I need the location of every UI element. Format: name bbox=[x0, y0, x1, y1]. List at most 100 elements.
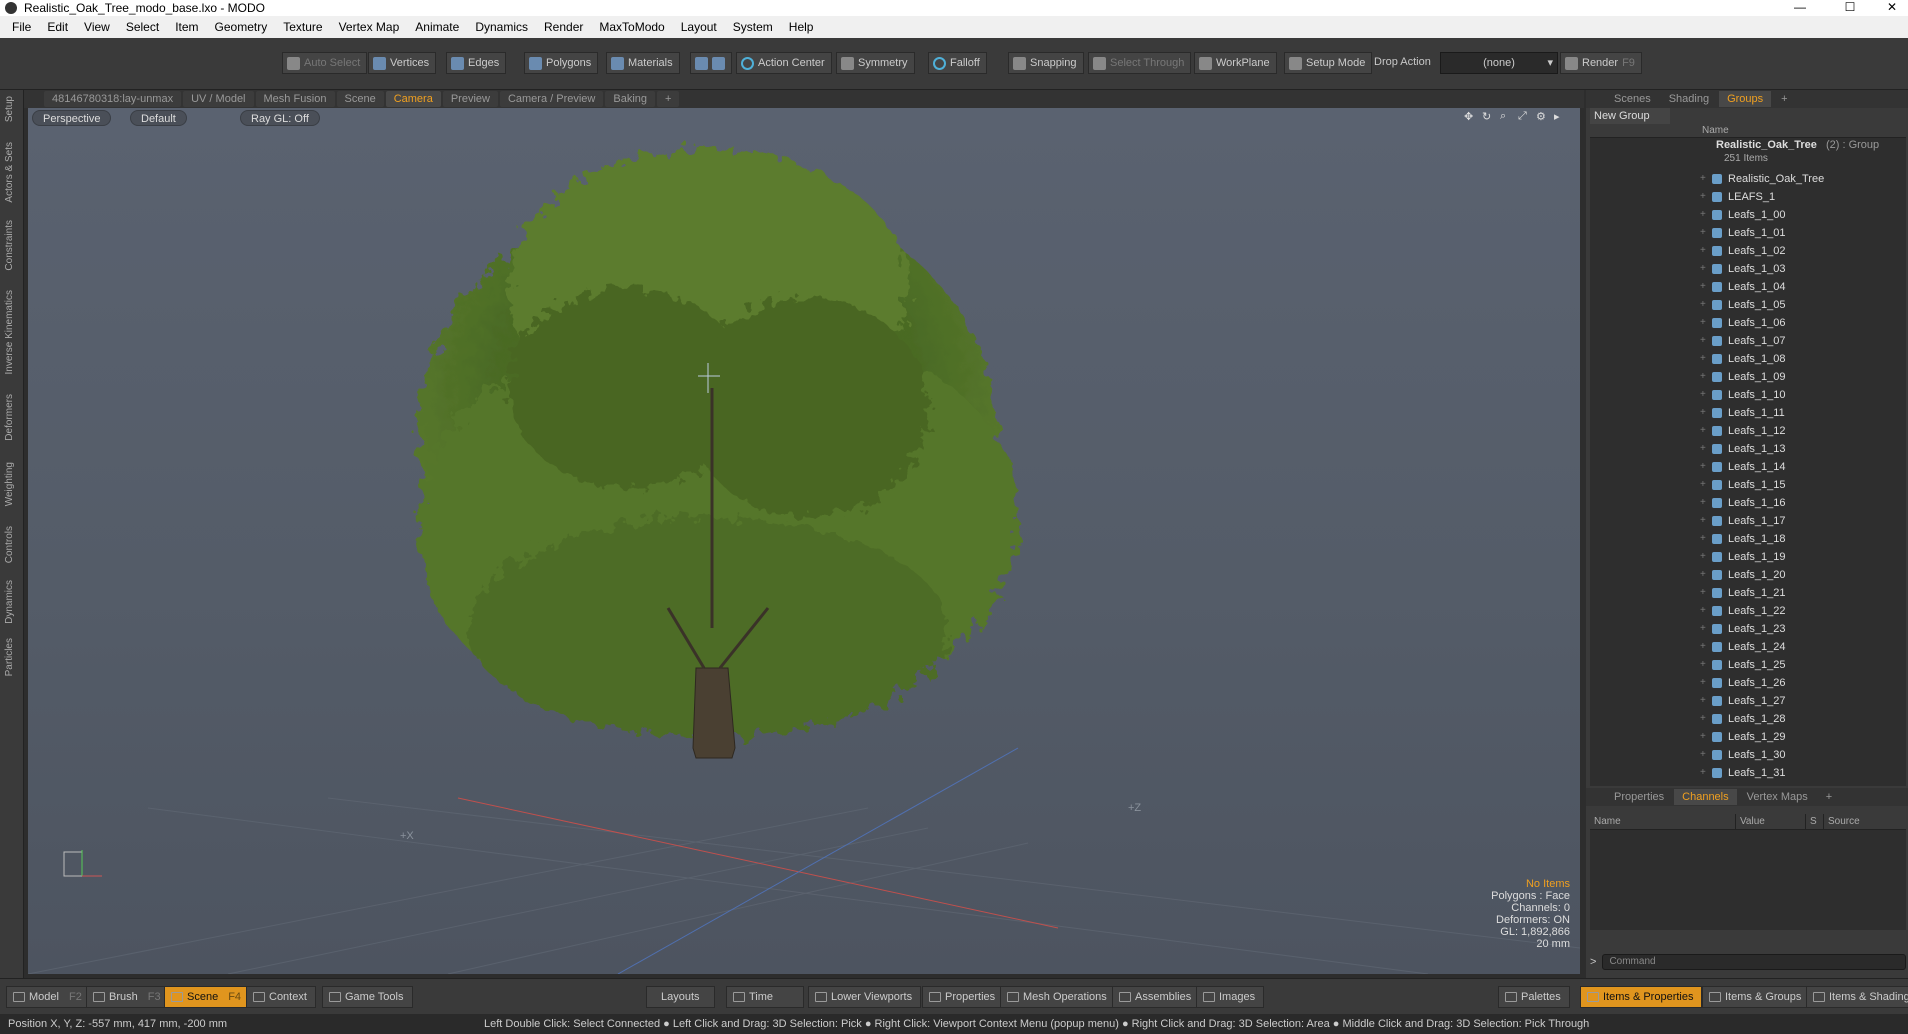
tree-item-row[interactable]: + Leafs_1_22 bbox=[1590, 602, 1906, 620]
shading-default-button[interactable]: Default bbox=[130, 110, 187, 126]
setup-mode-button[interactable]: Setup Mode bbox=[1284, 52, 1373, 74]
tab-weighting[interactable]: Weighting bbox=[4, 462, 15, 506]
tab-setup[interactable]: Setup bbox=[4, 96, 15, 122]
brush-button[interactable]: Brush F3 bbox=[86, 986, 170, 1008]
menu-select[interactable]: Select bbox=[118, 20, 167, 34]
tab-dynamics[interactable]: Dynamics bbox=[4, 580, 15, 624]
tree-item-row[interactable]: + Leafs_1_14 bbox=[1590, 458, 1906, 476]
rotate-view-icon[interactable]: ↻ bbox=[1482, 110, 1494, 123]
tab-inverse-kinematics[interactable]: Inverse Kinematics bbox=[4, 290, 15, 374]
tab-scene[interactable]: Scene bbox=[336, 91, 384, 107]
tab-constraints[interactable]: Constraints bbox=[4, 220, 15, 271]
add-props-tab-button[interactable]: + bbox=[1818, 789, 1840, 805]
expand-icon[interactable]: + bbox=[1700, 674, 1706, 692]
menu-geometry[interactable]: Geometry bbox=[207, 20, 276, 34]
expand-icon[interactable]: + bbox=[1700, 296, 1706, 314]
expand-icon[interactable]: + bbox=[1700, 638, 1706, 656]
maximize-view-icon[interactable]: ⤢ bbox=[1518, 110, 1530, 122]
tree-item-row[interactable]: + Leafs_1_17 bbox=[1590, 512, 1906, 530]
images-button[interactable]: Images bbox=[1196, 986, 1265, 1008]
tree-item-row[interactable]: + Leafs_1_10 bbox=[1590, 386, 1906, 404]
expand-icon[interactable]: + bbox=[1700, 458, 1706, 476]
menu-texture[interactable]: Texture bbox=[275, 20, 330, 34]
tree-item-row[interactable]: + Leafs_1_19 bbox=[1590, 548, 1906, 566]
tree-group-row[interactable]: Realistic_Oak_Tree (2) : Group 251 Items bbox=[1590, 138, 1906, 170]
tab-groups[interactable]: Groups bbox=[1719, 91, 1772, 107]
vertices-button[interactable]: Vertices bbox=[368, 52, 437, 74]
tab-scenes[interactable]: Scenes bbox=[1606, 91, 1659, 107]
symmetry-button[interactable]: Symmetry bbox=[836, 52, 915, 74]
menu-file[interactable]: File bbox=[4, 20, 39, 34]
maximize-button[interactable]: ☐ bbox=[1830, 0, 1870, 16]
tree-item-row[interactable]: + LEAFS_1 bbox=[1590, 188, 1906, 206]
tree-item-row[interactable]: + Leafs_1_00 bbox=[1590, 206, 1906, 224]
add-tab-button[interactable]: + bbox=[657, 91, 680, 107]
tree-item-row[interactable]: + Leafs_1_31 bbox=[1590, 764, 1906, 782]
auto-select-button[interactable]: Auto Select bbox=[282, 52, 368, 74]
expand-icon[interactable]: + bbox=[1700, 620, 1706, 638]
expand-icon[interactable]: + bbox=[1700, 386, 1706, 404]
expand-icon[interactable]: + bbox=[1700, 728, 1706, 746]
action-center-button[interactable]: Action Center bbox=[736, 52, 832, 74]
expand-icon[interactable]: + bbox=[1700, 242, 1706, 260]
expand-icon[interactable]: + bbox=[1700, 350, 1706, 368]
expand-icon[interactable]: + bbox=[1700, 440, 1706, 458]
tree-item-row[interactable]: + Leafs_1_15 bbox=[1590, 476, 1906, 494]
tab-deformers[interactable]: Deformers bbox=[4, 394, 15, 441]
expand-icon[interactable]: + bbox=[1700, 170, 1706, 188]
tab-baking[interactable]: Baking bbox=[605, 91, 656, 107]
tree-item-row[interactable]: + Leafs_1_09 bbox=[1590, 368, 1906, 386]
expand-icon[interactable]: + bbox=[1700, 476, 1706, 494]
items-shading-button[interactable]: Items & Shading bbox=[1806, 986, 1908, 1008]
3d-viewport[interactable]: Perspective Default Ray GL: Off ✥ ↻ ⌕ ⤢ … bbox=[28, 108, 1580, 974]
tree-item-row[interactable]: + Leafs_1_29 bbox=[1590, 728, 1906, 746]
expand-icon[interactable]: + bbox=[1700, 512, 1706, 530]
expand-icon[interactable]: + bbox=[1700, 332, 1706, 350]
snapping-button[interactable]: Snapping bbox=[1008, 52, 1084, 74]
polygons-button[interactable]: Polygons bbox=[524, 52, 599, 74]
tree-item-row[interactable]: + Leafs_1_11 bbox=[1590, 404, 1906, 422]
layouts-button[interactable]: Layouts bbox=[646, 986, 715, 1008]
expand-icon[interactable]: + bbox=[1700, 278, 1706, 296]
expand-icon[interactable]: + bbox=[1700, 656, 1706, 674]
raygl-button[interactable]: Ray GL: Off bbox=[240, 110, 320, 126]
menu-dynamics[interactable]: Dynamics bbox=[467, 20, 536, 34]
menu-maxtomodo[interactable]: MaxToModo bbox=[591, 20, 672, 34]
items-properties-button[interactable]: Items & Properties bbox=[1580, 986, 1703, 1008]
tree-item-row[interactable]: + Leafs_1_21 bbox=[1590, 584, 1906, 602]
tab-controls[interactable]: Controls bbox=[4, 526, 15, 563]
menu-system[interactable]: System bbox=[725, 20, 781, 34]
minimize-button[interactable]: — bbox=[1780, 0, 1820, 16]
tree-item-row[interactable]: + Leafs_1_16 bbox=[1590, 494, 1906, 512]
tree-item-row[interactable]: + Leafs_1_08 bbox=[1590, 350, 1906, 368]
expand-icon[interactable]: + bbox=[1700, 260, 1706, 278]
tree-item-row[interactable]: + Leafs_1_01 bbox=[1590, 224, 1906, 242]
tree-item-row[interactable]: + Leafs_1_23 bbox=[1590, 620, 1906, 638]
expand-icon[interactable]: + bbox=[1700, 404, 1706, 422]
tree-item-row[interactable]: + Leafs_1_13 bbox=[1590, 440, 1906, 458]
tab-camera-preview[interactable]: Camera / Preview bbox=[499, 91, 604, 107]
materials-button[interactable]: Materials bbox=[606, 52, 680, 74]
move-view-icon[interactable]: ✥ bbox=[1464, 110, 1476, 123]
lower-viewports-button[interactable]: Lower Viewports bbox=[808, 986, 922, 1008]
tab-channels[interactable]: Channels bbox=[1674, 789, 1737, 805]
mesh-operations-button[interactable]: Mesh Operations bbox=[1000, 986, 1116, 1008]
expand-icon[interactable]: + bbox=[1700, 368, 1706, 386]
tree-item-row[interactable]: + Leafs_1_02 bbox=[1590, 242, 1906, 260]
expand-icon[interactable]: + bbox=[1700, 602, 1706, 620]
viewport-settings-icon[interactable]: ⚙ bbox=[1536, 110, 1548, 123]
menu-view[interactable]: View bbox=[76, 20, 118, 34]
tab-preview[interactable]: Preview bbox=[442, 91, 498, 107]
select-through-button[interactable]: Select Through bbox=[1088, 52, 1192, 74]
tree-item-row[interactable]: + Leafs_1_28 bbox=[1590, 710, 1906, 728]
menu-vertex-map[interactable]: Vertex Map bbox=[331, 20, 408, 34]
tree-item-row[interactable]: + Leafs_1_18 bbox=[1590, 530, 1906, 548]
tab-camera[interactable]: Camera bbox=[385, 91, 441, 107]
tab-particles[interactable]: Particles bbox=[4, 638, 15, 676]
tree-item-row[interactable]: + Leafs_1_12 bbox=[1590, 422, 1906, 440]
add-panel-tab-button[interactable]: + bbox=[1773, 91, 1795, 107]
properties-button[interactable]: Properties bbox=[922, 986, 1005, 1008]
tree-item-row[interactable]: + Leafs_1_05 bbox=[1590, 296, 1906, 314]
tab-layout-unmax[interactable]: 48146780318:lay-unmax bbox=[44, 91, 182, 107]
menu-animate[interactable]: Animate bbox=[407, 20, 467, 34]
